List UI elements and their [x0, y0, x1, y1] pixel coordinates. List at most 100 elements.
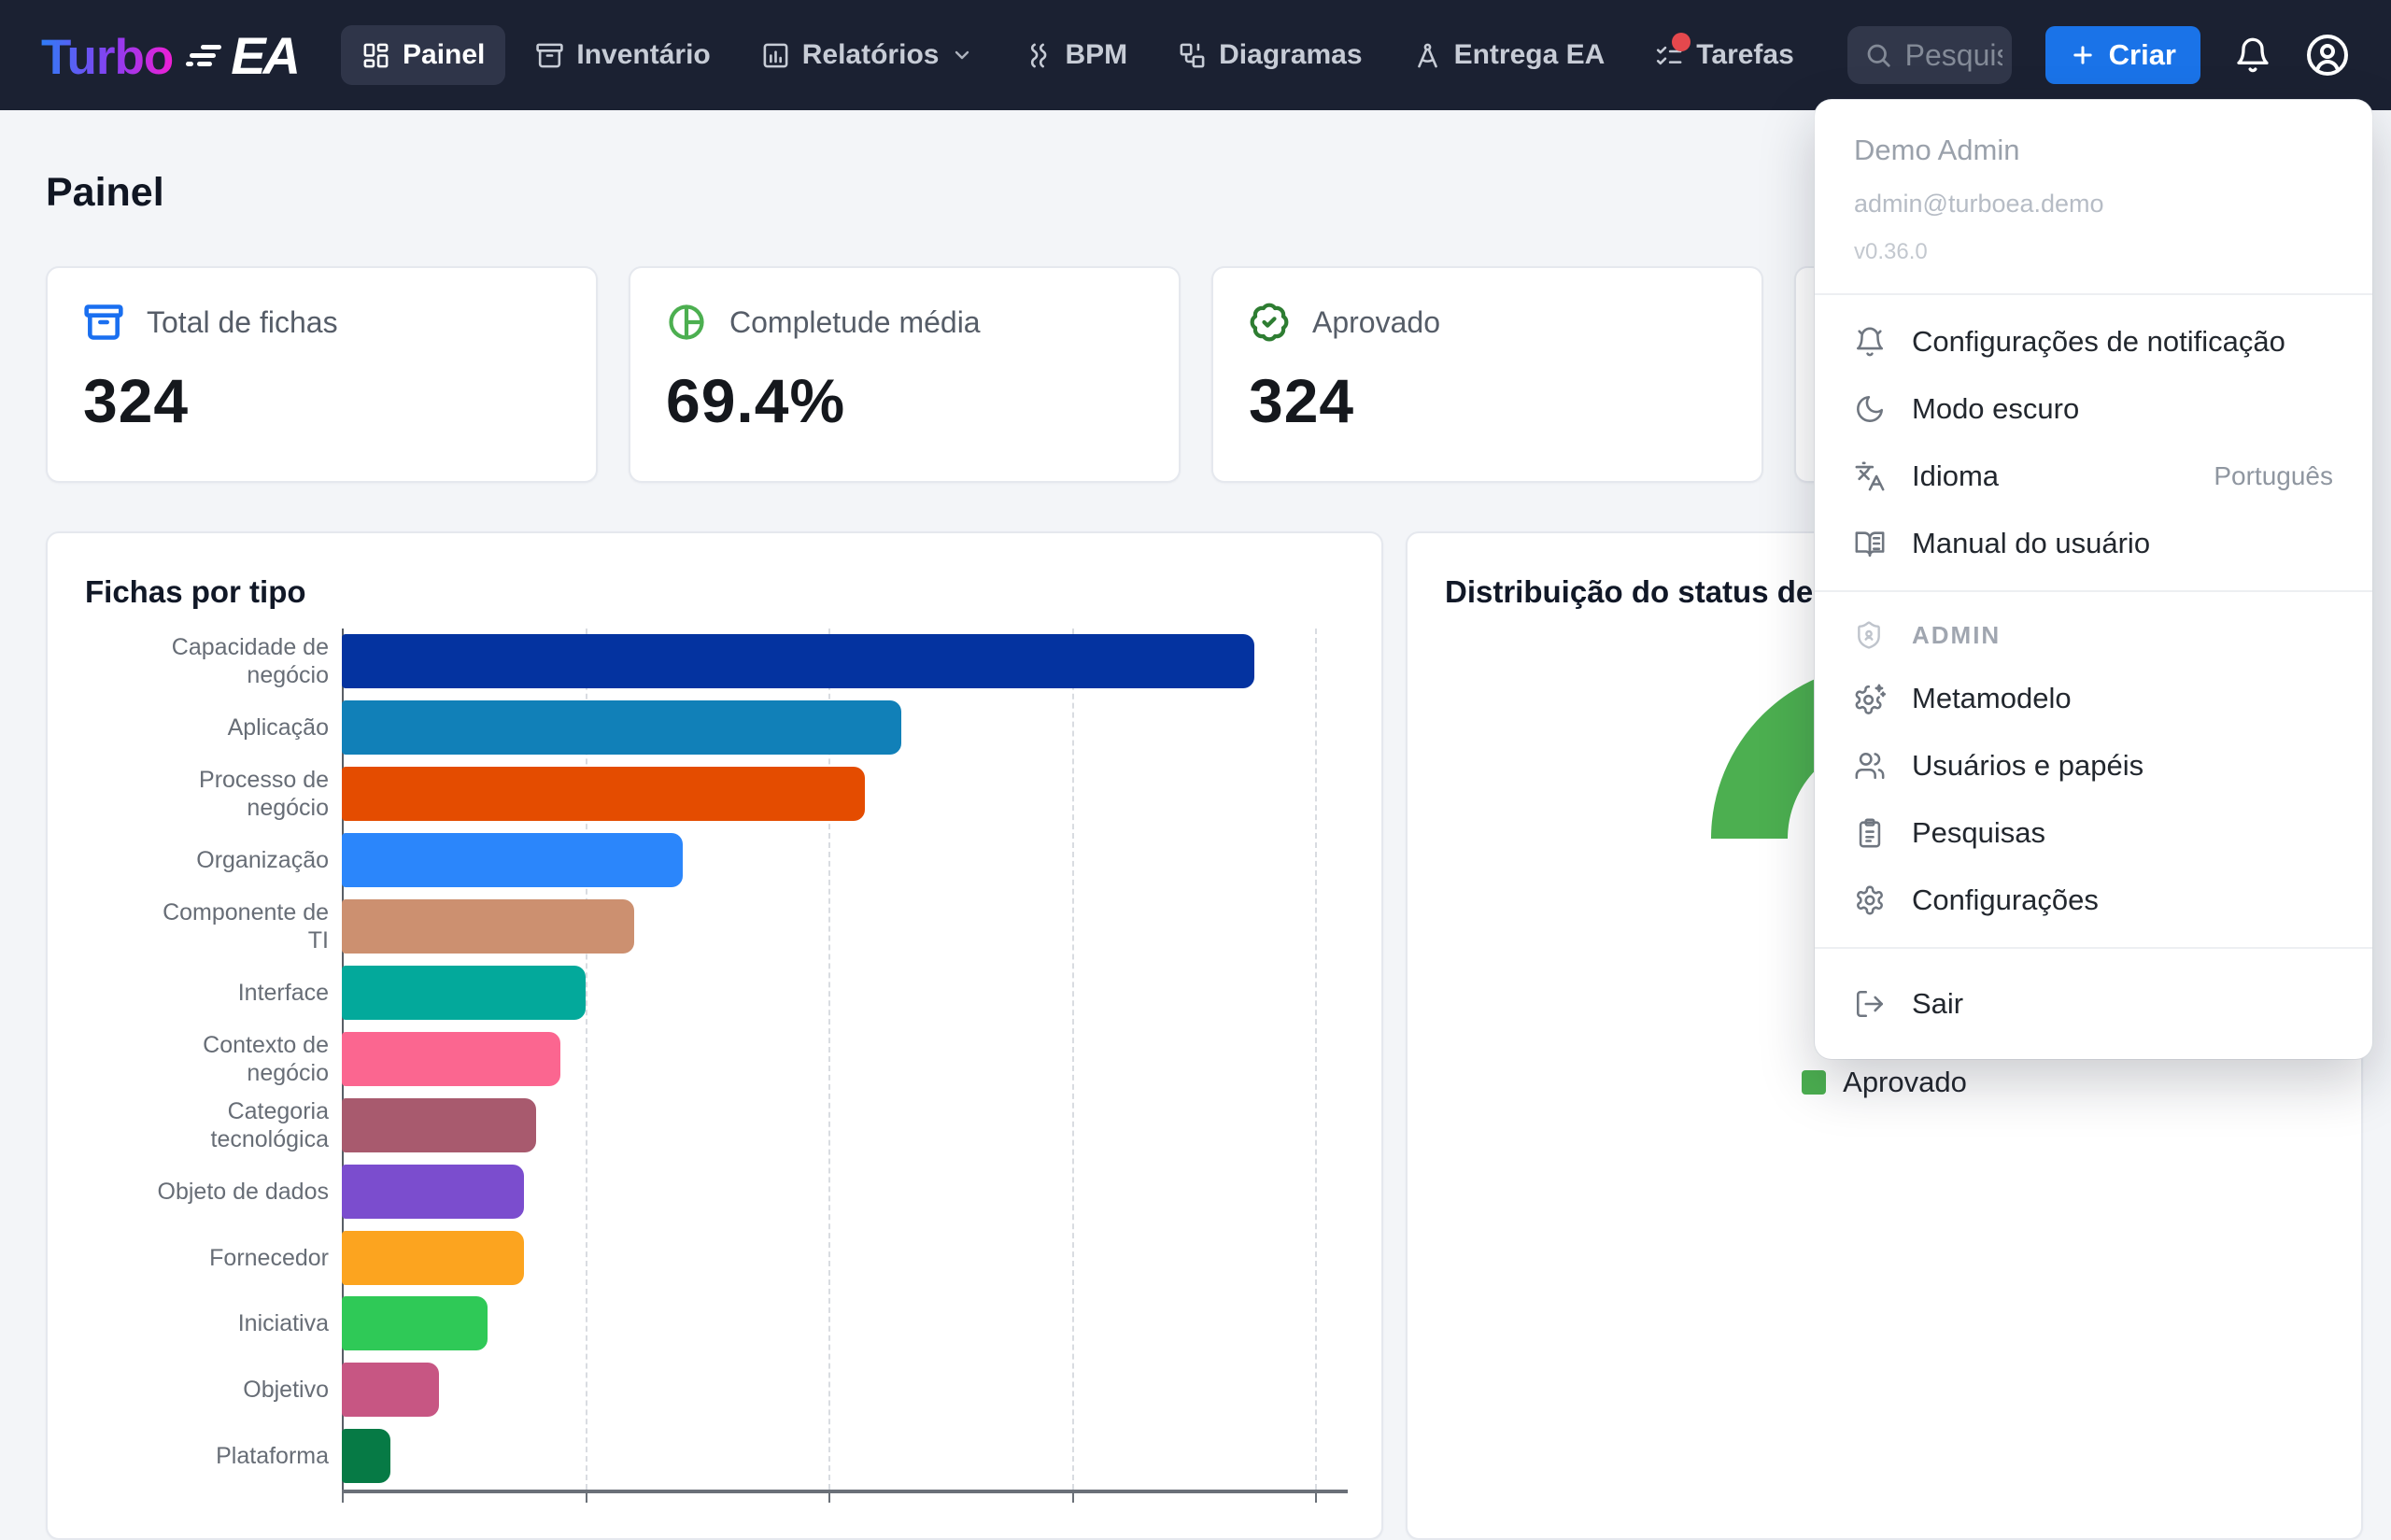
pie-icon [666, 302, 707, 343]
bar-row: Iniciativa [85, 1291, 1348, 1357]
chevron-down-icon [951, 44, 973, 66]
stat-value: 324 [83, 365, 560, 436]
create-label: Criar [2109, 38, 2176, 72]
menu-item-dark-mode[interactable]: Modo escuro [1815, 375, 2372, 443]
menu-item-user-manual[interactable]: Manual do usuário [1815, 510, 2372, 577]
nav-item-bpm[interactable]: BPM [1003, 25, 1148, 85]
diagram-icon [1178, 41, 1207, 70]
nav-item-relatorios[interactable]: Relatórios [741, 25, 995, 85]
app-logo[interactable]: Turbo EA [41, 25, 298, 86]
nav-label: Tarefas [1696, 39, 1794, 71]
stat-value: 324 [1249, 365, 1726, 436]
menu-section-logout: Sair [1815, 947, 2372, 1059]
bar-category-label: Interface [142, 979, 329, 1007]
bar[interactable] [342, 1363, 439, 1417]
menu-item-settings[interactable]: Configurações [1815, 867, 2372, 934]
search-icon [1864, 41, 1892, 69]
x-axis-tick [1072, 1493, 1074, 1503]
bar-row: Plataforma [85, 1423, 1348, 1490]
user-avatar-button[interactable] [2305, 33, 2350, 78]
nav-menu: Painel Inventário Relatórios BPM Diagram… [341, 25, 1815, 85]
bar[interactable] [342, 1429, 390, 1483]
bar-category-label: Objeto de dados [142, 1178, 329, 1206]
bar-row: Objeto de dados [85, 1158, 1348, 1224]
donut-legend: Aprovado [1408, 1066, 2361, 1099]
bar-category-label: Componente de TI [142, 898, 329, 954]
bar[interactable] [342, 634, 1254, 688]
badge-check-icon [1249, 302, 1290, 343]
nav-item-diagramas[interactable]: Diagramas [1157, 25, 1382, 85]
menu-item-notification-settings[interactable]: Configurações de notificação [1815, 308, 2372, 375]
x-axis-tick [1315, 1493, 1317, 1503]
menu-item-language[interactable]: Idioma Português [1815, 443, 2372, 510]
bar[interactable] [342, 700, 901, 755]
stat-card-total: Total de fichas 324 [46, 266, 598, 483]
nav-label: Relatórios [802, 39, 940, 71]
donut-chart-title: Distribuição do status de a [1445, 574, 1839, 610]
stat-card-approved: Aprovado 324 [1211, 266, 1763, 483]
bar-row: Organização [85, 827, 1348, 894]
menu-item-label: Idioma [1912, 459, 1999, 493]
nav-label: Diagramas [1219, 39, 1362, 71]
menu-section-general: Configurações de notificação Modo escuro… [1815, 293, 2372, 590]
nav-item-tarefas[interactable]: Tarefas [1634, 25, 1815, 85]
bar-category-label: Iniciativa [142, 1309, 329, 1337]
bar[interactable] [342, 767, 865, 821]
bar-row: Objetivo [85, 1357, 1348, 1423]
legend-swatch-aprovado[interactable] [1802, 1070, 1826, 1095]
menu-item-logout[interactable]: Sair [1815, 962, 2372, 1046]
menu-item-label: Pesquisas [1912, 816, 2045, 850]
bell-icon [2234, 36, 2271, 74]
notifications-button[interactable] [2234, 36, 2271, 74]
bar[interactable] [342, 833, 683, 887]
nav-label: BPM [1065, 39, 1127, 71]
nav-item-entrega-ea[interactable]: Entrega EA [1393, 25, 1626, 85]
navbar: Turbo EA Painel Inventário Relatórios [0, 0, 2391, 110]
report-chart-icon [761, 41, 790, 70]
bar[interactable] [342, 1231, 524, 1285]
bar[interactable] [342, 966, 586, 1020]
admin-section-label: ADMIN [1912, 621, 2001, 650]
user-email: admin@turboea.demo [1854, 190, 2333, 219]
stat-card-completeness: Completude média 69.4% [629, 266, 1181, 483]
nav-item-painel[interactable]: Painel [341, 25, 505, 85]
create-button[interactable]: Criar [2045, 26, 2200, 84]
menu-item-label: Configurações de notificação [1912, 325, 2285, 359]
gear-sparkles-icon [1854, 683, 1886, 714]
languages-icon [1854, 460, 1886, 492]
bell-icon [1854, 326, 1886, 358]
nav-item-inventario[interactable]: Inventário [515, 25, 730, 85]
menu-item-label: Modo escuro [1912, 392, 2079, 426]
menu-section-admin: ADMIN Metamodelo Usuários e papéis Pesqu… [1815, 590, 2372, 947]
dashboard-icon [361, 41, 390, 70]
menu-item-surveys[interactable]: Pesquisas [1815, 799, 2372, 867]
bar-row: Categoria tecnológica [85, 1092, 1348, 1158]
bar[interactable] [342, 1165, 524, 1219]
x-axis-tick [342, 1493, 344, 1503]
menu-item-label: Sair [1912, 987, 1963, 1021]
user-name: Demo Admin [1854, 134, 2333, 167]
search-input[interactable] [1905, 38, 2002, 73]
bar-row: Processo de negócio [85, 761, 1348, 827]
bar[interactable] [342, 899, 634, 954]
bar[interactable] [342, 1296, 488, 1350]
archive-icon [83, 302, 124, 343]
moon-icon [1854, 393, 1886, 425]
x-axis-tick [586, 1493, 587, 1503]
menu-item-users-roles[interactable]: Usuários e papéis [1815, 732, 2372, 799]
bar[interactable] [342, 1098, 536, 1152]
legend-label[interactable]: Aprovado [1843, 1066, 1967, 1099]
bar-category-label: Contexto de negócio [142, 1031, 329, 1087]
plus-icon [2070, 42, 2096, 68]
search-box[interactable] [1847, 26, 2012, 84]
menu-item-label: Configurações [1912, 883, 2099, 917]
bar-row: Componente de TI [85, 894, 1348, 960]
bar-row: Fornecedor [85, 1224, 1348, 1291]
nav-label: Entrega EA [1454, 39, 1606, 71]
bar[interactable] [342, 1032, 560, 1086]
app-version: v0.36.0 [1854, 239, 2333, 265]
clipboard-icon [1854, 817, 1886, 849]
bpm-icon [1024, 41, 1053, 70]
shield-user-icon [1854, 620, 1884, 650]
menu-item-metamodel[interactable]: Metamodelo [1815, 665, 2372, 732]
